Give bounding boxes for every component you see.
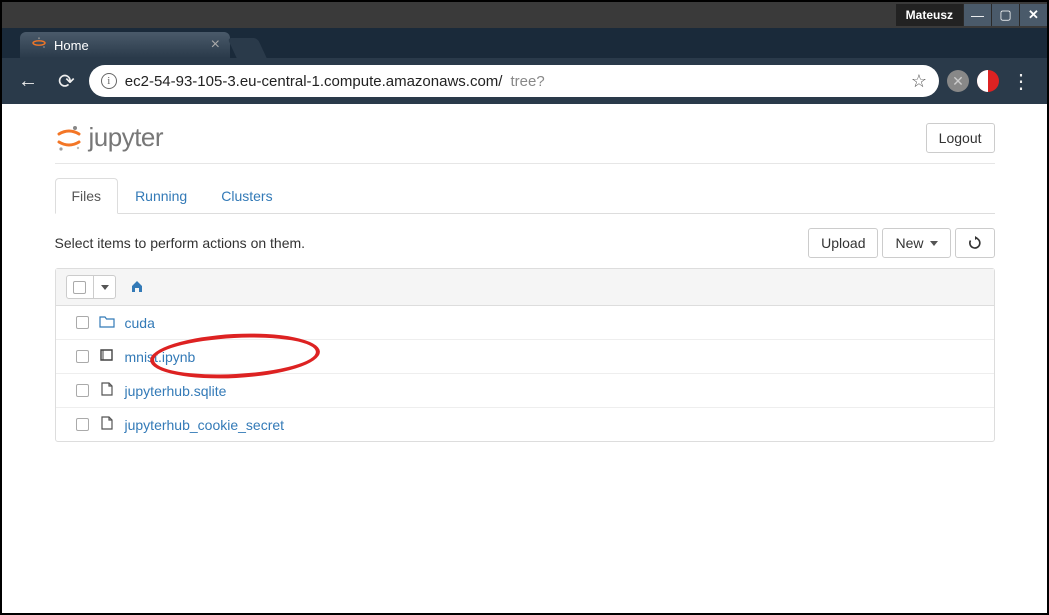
- extension-red-icon[interactable]: [977, 70, 999, 92]
- upload-button[interactable]: Upload: [808, 228, 878, 258]
- jupyter-header: jupyter Logout: [55, 122, 995, 164]
- bookmark-icon[interactable]: ☆: [911, 71, 927, 92]
- browser-tab[interactable]: Home ×: [20, 32, 230, 58]
- browser-menu-icon[interactable]: ⋮: [1007, 69, 1037, 94]
- item-name[interactable]: cuda: [125, 315, 155, 331]
- tab-clusters[interactable]: Clusters: [204, 178, 289, 213]
- dashboard-tabs: Files Running Clusters: [55, 178, 995, 214]
- list-header: [56, 269, 994, 306]
- back-button[interactable]: ←: [12, 66, 44, 97]
- url-path: tree?: [510, 73, 544, 90]
- extension-grey-icon[interactable]: ✕: [947, 70, 969, 92]
- new-label: New: [895, 235, 923, 251]
- tab-favicon: [32, 36, 46, 55]
- site-info-icon[interactable]: i: [101, 73, 117, 89]
- action-row: Select items to perform actions on them.…: [55, 228, 995, 258]
- os-minimize-button[interactable]: —: [963, 4, 991, 26]
- address-bar[interactable]: i ec2-54-93-105-3.eu-central-1.compute.a…: [89, 65, 939, 97]
- file-icon: [99, 382, 115, 399]
- os-close-button[interactable]: ✕: [1019, 4, 1047, 26]
- url-host: ec2-54-93-105-3.eu-central-1.compute.ama…: [125, 73, 503, 90]
- browser-tabstrip: Home ×: [2, 28, 1047, 58]
- item-checkbox[interactable]: [76, 384, 89, 397]
- jupyter-logo[interactable]: jupyter: [55, 122, 164, 153]
- list-item: jupyterhub_cookie_secret: [56, 408, 994, 441]
- list-item: cuda: [56, 306, 994, 340]
- item-checkbox[interactable]: [76, 418, 89, 431]
- file-icon: [99, 416, 115, 433]
- browser-toolbar: ← ⟳ i ec2-54-93-105-3.eu-central-1.compu…: [2, 58, 1047, 104]
- reload-button[interactable]: ⟳: [52, 65, 81, 98]
- refresh-button[interactable]: [955, 228, 995, 258]
- list-item: jupyterhub.sqlite: [56, 374, 994, 408]
- file-listing: cuda mnist.ipynb jupyterhub.sqlite: [55, 268, 995, 442]
- item-name[interactable]: mnist.ipynb: [125, 349, 196, 365]
- tab-files[interactable]: Files: [55, 178, 119, 214]
- logout-button[interactable]: Logout: [926, 123, 995, 153]
- window-frame: Mateusz — ▢ ✕ Home × ← ⟳ i ec2-54-93-105…: [0, 0, 1049, 615]
- tab-title: Home: [54, 38, 211, 53]
- caret-down-icon: [101, 285, 109, 290]
- home-icon[interactable]: [130, 279, 144, 296]
- item-checkbox[interactable]: [76, 350, 89, 363]
- new-dropdown[interactable]: New: [882, 228, 950, 258]
- select-all-checkbox[interactable]: [66, 275, 94, 299]
- tab-running[interactable]: Running: [118, 178, 204, 213]
- folder-icon: [99, 314, 115, 331]
- new-tab-button[interactable]: [227, 38, 266, 58]
- selection-hint: Select items to perform actions on them.: [55, 235, 306, 251]
- caret-down-icon: [930, 241, 938, 246]
- os-titlebar: Mateusz — ▢ ✕: [2, 2, 1047, 28]
- notebook-icon: [99, 348, 115, 365]
- tab-close-icon[interactable]: ×: [211, 36, 220, 54]
- os-user: Mateusz: [896, 4, 963, 26]
- select-dropdown[interactable]: [94, 275, 116, 299]
- page-body: jupyter Logout Files Running Clusters Se…: [2, 104, 1047, 613]
- item-checkbox[interactable]: [76, 316, 89, 329]
- item-name[interactable]: jupyterhub_cookie_secret: [125, 417, 285, 433]
- jupyter-wordmark: jupyter: [89, 122, 164, 153]
- os-maximize-button[interactable]: ▢: [991, 4, 1019, 26]
- list-item: mnist.ipynb: [56, 340, 994, 374]
- item-name[interactable]: jupyterhub.sqlite: [125, 383, 227, 399]
